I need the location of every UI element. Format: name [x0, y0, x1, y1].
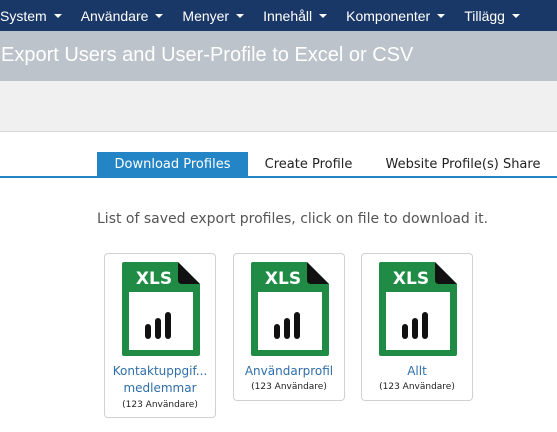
menu-label: Användare [80, 7, 149, 24]
caret-down-icon [437, 13, 446, 18]
file-type-label: XLS [136, 269, 172, 289]
intro-text: List of saved export profiles, click on … [97, 211, 489, 227]
menu-label: Komponenter [346, 7, 431, 24]
file-type-label: XLS [393, 269, 429, 289]
menu-label: Innehåll [263, 7, 313, 24]
file-type-label: XLS [265, 269, 301, 289]
tab-bar: Download Profiles Create Profile Website… [0, 152, 557, 178]
xls-file-icon: XLS [122, 262, 200, 356]
profile-name-line1: Allt [407, 364, 427, 378]
profile-name-line1: Kontaktuppgif... [112, 364, 208, 378]
profile-name-line2: medlemmar [123, 381, 197, 395]
menu-label: Menyer [182, 7, 230, 24]
page-title: Export Users and User-Profile to Excel o… [1, 44, 414, 66]
menu-menyer[interactable]: Menyer [182, 0, 245, 31]
menu-tillagg[interactable]: Tillägg [464, 0, 520, 31]
xls-file-icon: XLS [379, 262, 457, 356]
tab-website-profiles-share[interactable]: Website Profile(s) Share [379, 152, 547, 176]
profile-card[interactable]: XLS Kontaktuppgif... medlemmar (123 Anvä… [104, 253, 216, 418]
user-count: (123 Användare) [379, 382, 455, 392]
profile-name-line1: Användarprofil [244, 364, 334, 378]
xls-file-icon: XLS [251, 262, 329, 356]
profile-card[interactable]: XLS Allt (123 Användare) [361, 253, 473, 401]
user-count: (123 Användare) [122, 400, 198, 410]
caret-down-icon [155, 13, 164, 18]
menu-label: System [0, 7, 47, 24]
tab-underline [0, 176, 557, 178]
user-count: (123 Användare) [251, 382, 327, 392]
profile-card[interactable]: XLS Användarprofil (123 Användare) [233, 253, 345, 401]
profile-name-link[interactable]: Användarprofil [236, 363, 342, 380]
top-navigation-bar: System Användare Menyer Innehåll Kompone… [0, 0, 557, 31]
tab-download-profiles[interactable]: Download Profiles [97, 152, 248, 176]
menu-label: Tillägg [464, 7, 505, 24]
caret-down-icon [236, 13, 245, 18]
profile-name-link[interactable]: Allt [364, 363, 470, 380]
tab-create-profile[interactable]: Create Profile [255, 152, 362, 176]
menu-anvandare[interactable]: Användare [81, 0, 164, 31]
toolbar [0, 81, 557, 132]
page-header: Export Users and User-Profile to Excel o… [0, 31, 557, 81]
caret-down-icon [53, 13, 62, 18]
profile-name-link[interactable]: Kontaktuppgif... medlemmar [107, 363, 213, 397]
caret-down-icon [511, 13, 520, 18]
menu-innehall[interactable]: Innehåll [263, 0, 328, 31]
caret-down-icon [319, 13, 328, 18]
menu-komponenter[interactable]: Komponenter [346, 0, 446, 31]
menu-system[interactable]: System [0, 0, 62, 31]
